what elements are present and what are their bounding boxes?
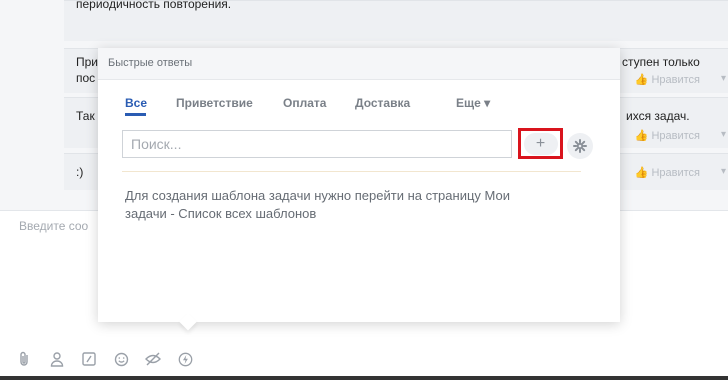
composer-toolbar <box>16 350 194 370</box>
chevron-down-icon[interactable]: ▾ <box>721 129 726 140</box>
search-input[interactable] <box>122 130 512 158</box>
plus-icon: + <box>523 132 558 155</box>
lightning-icon[interactable] <box>176 350 194 368</box>
message-text: пос <box>76 71 96 85</box>
add-template-button[interactable]: + <box>518 128 563 159</box>
like-label: Нравится <box>651 74 700 86</box>
tab-greeting[interactable]: Приветствие <box>176 96 253 110</box>
smile-icon[interactable] <box>112 350 130 368</box>
message-bubble: периодичность повторения. <box>64 0 728 41</box>
like-label: Нравится <box>651 130 700 142</box>
message-text: периодичность повторения. <box>76 0 232 11</box>
popup-title: Быстрые ответы <box>108 57 193 69</box>
like-label: Нравится <box>651 167 700 179</box>
tab-more-dropdown[interactable]: Еще ▾ <box>456 96 490 110</box>
hidden-eye-icon[interactable] <box>144 350 162 368</box>
settings-button[interactable] <box>567 133 593 159</box>
like-button[interactable]: 👍 Нравится <box>635 73 700 86</box>
tab-all[interactable]: Все <box>125 96 147 110</box>
chevron-down-icon[interactable]: ▾ <box>721 166 726 177</box>
like-button[interactable]: 👍 Нравится <box>635 166 700 179</box>
message-text: ихся задач. <box>626 109 690 123</box>
chevron-down-icon[interactable]: ▾ <box>721 73 726 84</box>
popup-header: Быстрые ответы <box>98 48 620 80</box>
tab-payment[interactable]: Оплата <box>283 96 326 110</box>
paperclip-icon[interactable] <box>16 350 34 368</box>
like-button[interactable]: 👍 Нравится <box>635 129 700 142</box>
gear-icon <box>573 139 587 153</box>
message-text: При <box>76 55 99 69</box>
tab-delivery[interactable]: Доставка <box>355 96 410 110</box>
window-bottom-edge <box>0 376 728 380</box>
message-text: Так <box>76 109 95 123</box>
slash-icon[interactable] <box>80 350 98 368</box>
message-text: :) <box>76 165 84 179</box>
quick-replies-popup: Быстрые ответы Все Приветствие Оплата До… <box>98 48 620 322</box>
empty-state-message: Для создания шаблона задачи нужно перейт… <box>125 188 510 221</box>
separator <box>122 171 581 172</box>
message-input[interactable]: Введите соо <box>19 219 88 233</box>
person-icon[interactable] <box>48 350 66 368</box>
active-tab-indicator <box>125 113 146 116</box>
message-text: ступен только <box>622 55 700 69</box>
